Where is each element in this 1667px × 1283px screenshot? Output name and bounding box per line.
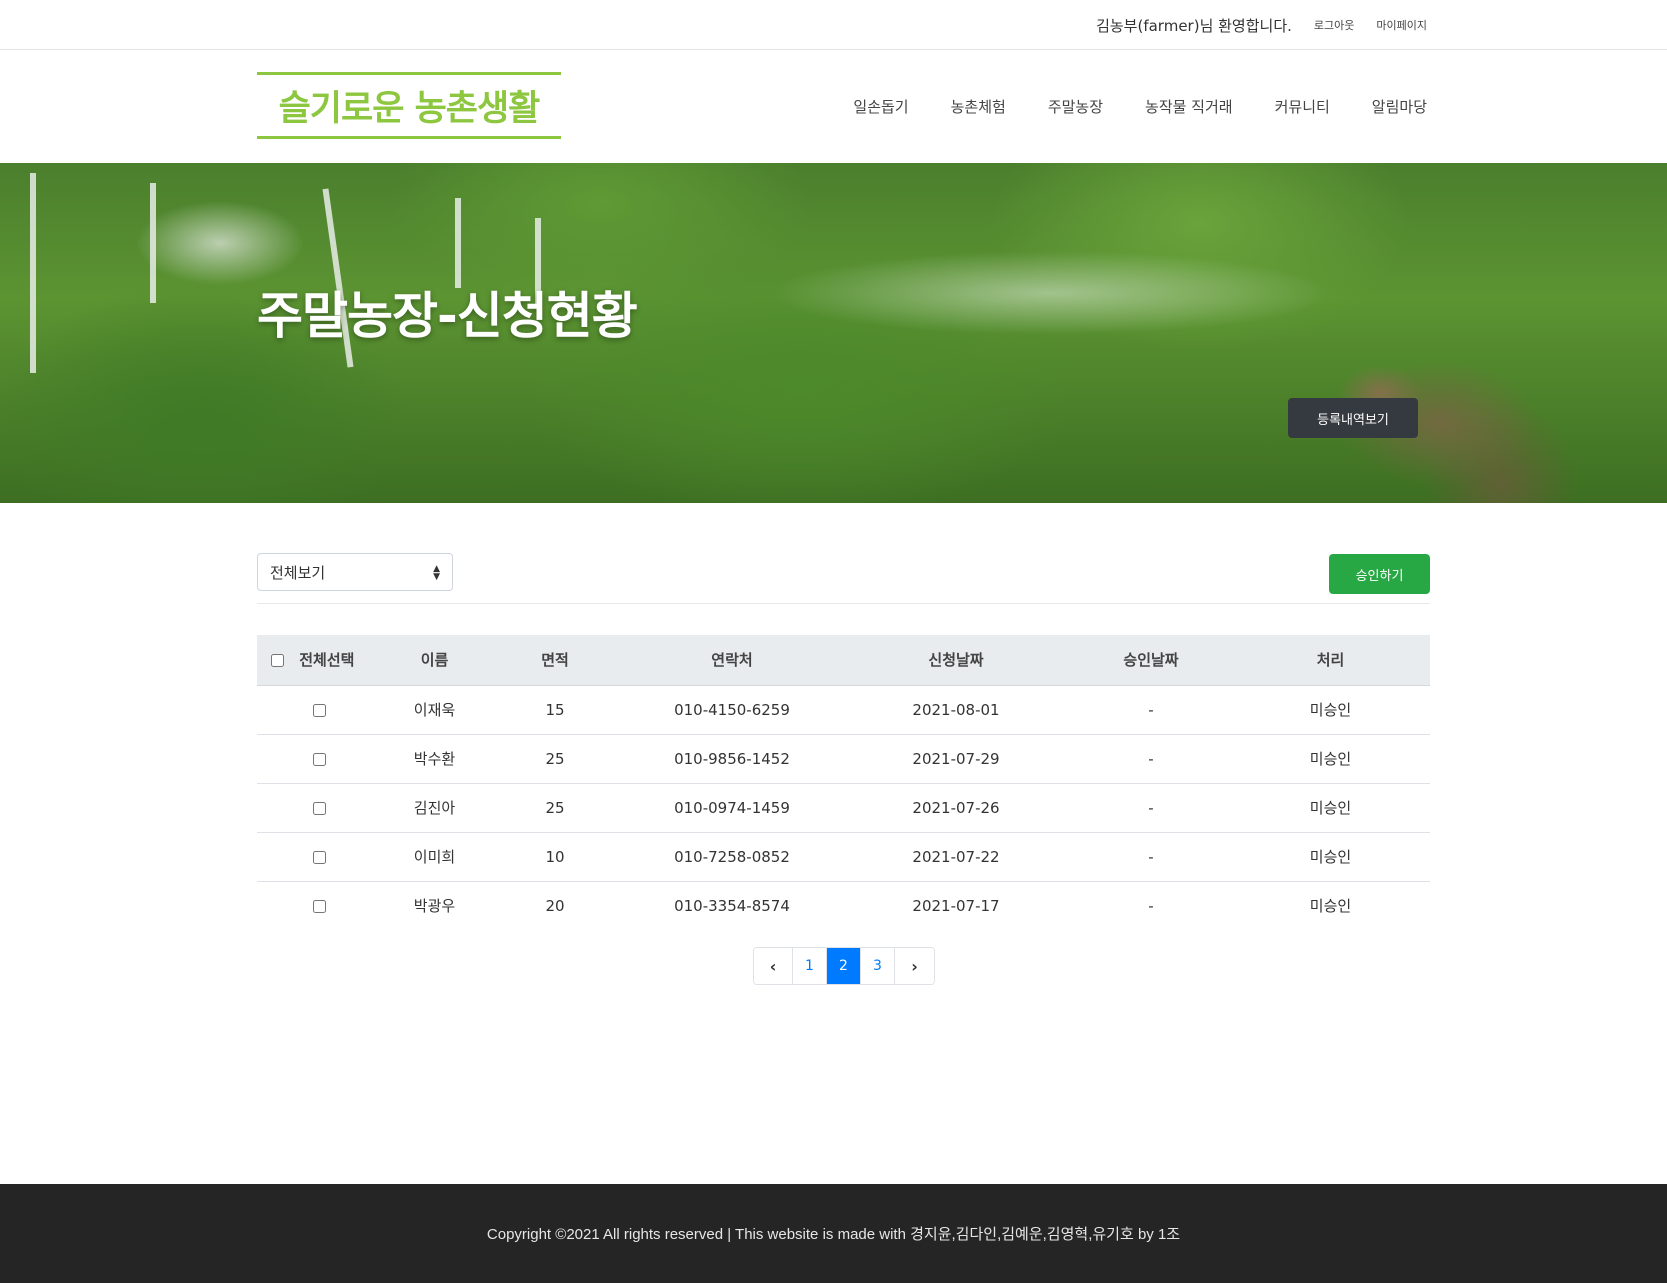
chevron-left-icon: ‹ xyxy=(769,956,777,976)
cell-status: 미승인 xyxy=(1231,783,1430,833)
page-button-2[interactable]: 2 xyxy=(827,948,861,984)
mypage-link[interactable]: 마이페이지 xyxy=(1376,17,1427,33)
header-status: 처리 xyxy=(1231,635,1430,686)
header-phone: 연락처 xyxy=(623,635,841,686)
hero-stake xyxy=(150,183,156,303)
row-checkbox[interactable] xyxy=(313,801,326,815)
applications-table: 전체선택 이름 면적 연락처 신청날짜 승인날짜 처리 이재욱 15 010-4… xyxy=(257,635,1430,930)
pagination: ‹ 1 2 3 › xyxy=(753,947,935,985)
cell-name: 박수환 xyxy=(382,734,487,784)
cell-name: 이재욱 xyxy=(382,685,487,735)
row-checkbox[interactable] xyxy=(313,850,326,864)
table-header-row: 전체선택 이름 면적 연락처 신청날짜 승인날짜 처리 xyxy=(257,635,1430,686)
cell-status: 미승인 xyxy=(1231,734,1430,784)
table-row: 박광우 20 010-3354-8574 2021-07-17 - 미승인 xyxy=(257,881,1430,930)
nav-item-weekend-farm[interactable]: 주말농장 xyxy=(1048,96,1103,117)
cell-area: 20 xyxy=(545,896,565,915)
row-select-cell xyxy=(257,685,382,735)
approve-button[interactable]: 승인하기 xyxy=(1329,554,1430,594)
hero-banner: 주말농장-신청현황 등록내역보기 xyxy=(0,163,1667,503)
nav-item-experience[interactable]: 농촌체험 xyxy=(951,96,1006,117)
cell-approved-date: - xyxy=(1148,896,1154,915)
select-all-label: 전체선택 xyxy=(299,651,355,670)
cell-phone: 010-0974-1459 xyxy=(623,783,841,833)
cell-applied-date: 2021-07-22 xyxy=(841,832,1071,882)
prev-page-button[interactable]: ‹ xyxy=(754,948,793,984)
cell-phone: 010-3354-8574 xyxy=(674,896,790,915)
header-area: 면적 xyxy=(487,635,623,686)
chevron-right-icon: › xyxy=(911,956,918,976)
cell-phone: 010-7258-0852 xyxy=(623,832,841,882)
user-menu: 김농부(farmer)님 환영합니다. 로그아웃 마이페이지 xyxy=(1096,0,1427,50)
cell-area: 15 xyxy=(487,685,623,735)
table-row: 이미희 10 010-7258-0852 2021-07-22 - 미승인 xyxy=(257,832,1430,882)
nav-item-direct-trade[interactable]: 농작물 직거래 xyxy=(1145,96,1233,117)
table-row: 김진아 25 010-0974-1459 2021-07-26 - 미승인 xyxy=(257,783,1430,833)
hero-stake xyxy=(455,198,461,288)
cell-approved-date: - xyxy=(1071,832,1231,882)
cell-area: 25 xyxy=(487,734,623,784)
logout-link[interactable]: 로그아웃 xyxy=(1314,17,1354,33)
main-nav: 일손돕기 농촌체험 주말농장 농작물 직거래 커뮤니티 알림마당 xyxy=(853,50,1427,162)
cell-status: 미승인 xyxy=(1231,832,1430,882)
site-header: 슬기로운 농촌생활 일손돕기 농촌체험 주말농장 농작물 직거래 커뮤니티 알림… xyxy=(0,50,1667,162)
cell-status: 미승인 xyxy=(1309,897,1352,916)
cell-applied-date: 2021-07-17 xyxy=(912,896,1000,915)
row-select-cell xyxy=(257,734,382,784)
row-select-cell xyxy=(257,881,382,930)
logo-text: 슬기로운 농촌생활 xyxy=(278,89,541,129)
row-checkbox[interactable] xyxy=(313,703,326,717)
nav-item-community[interactable]: 커뮤니티 xyxy=(1275,96,1330,117)
select-all-checkbox[interactable] xyxy=(271,654,284,668)
cell-applied-date: 2021-07-29 xyxy=(841,734,1071,784)
select-updown-icon: ▲ ▼ xyxy=(433,564,440,582)
filter-select-value: 전체보기 xyxy=(270,563,326,582)
page-title: 주말농장-신청현황 xyxy=(257,287,638,345)
cell-name: 박광우 xyxy=(413,897,456,916)
welcome-message: 김농부(farmer)님 환영합니다. xyxy=(1096,16,1292,35)
table-row: 이재욱 15 010-4150-6259 2021-08-01 - 미승인 xyxy=(257,685,1430,735)
cell-name: 이미희 xyxy=(382,832,487,882)
top-utility-bar: 김농부(farmer)님 환영합니다. 로그아웃 마이페이지 xyxy=(0,0,1667,50)
page-button-3[interactable]: 3 xyxy=(861,948,895,984)
site-logo[interactable]: 슬기로운 농촌생활 xyxy=(257,72,561,139)
nav-item-notice[interactable]: 알림마당 xyxy=(1372,96,1427,117)
cell-applied-date: 2021-08-01 xyxy=(841,685,1071,735)
view-registrations-button[interactable]: 등록내역보기 xyxy=(1288,398,1418,438)
row-checkbox[interactable] xyxy=(313,899,326,913)
header-name: 이름 xyxy=(382,635,487,686)
header-approved-date: 승인날짜 xyxy=(1071,635,1231,686)
cell-phone: 010-9856-1452 xyxy=(623,734,841,784)
row-checkbox[interactable] xyxy=(313,752,326,766)
filter-select[interactable]: 전체보기 ▲ ▼ xyxy=(257,553,453,591)
cell-approved-date: - xyxy=(1071,783,1231,833)
cell-area: 25 xyxy=(487,783,623,833)
copyright-text: Copyright ©2021 All rights reserved | Th… xyxy=(486,1226,1181,1243)
page-button-1[interactable]: 1 xyxy=(793,948,827,984)
select-all-header: 전체선택 xyxy=(257,635,382,686)
cell-approved-date: - xyxy=(1071,734,1231,784)
cell-status: 미승인 xyxy=(1231,685,1430,735)
cell-applied-date: 2021-07-26 xyxy=(841,783,1071,833)
nav-item-help[interactable]: 일손돕기 xyxy=(853,96,908,117)
cell-area: 10 xyxy=(487,832,623,882)
hero-stake xyxy=(30,173,36,373)
table-row: 박수환 25 010-9856-1452 2021-07-29 - 미승인 xyxy=(257,734,1430,784)
next-page-button[interactable]: › xyxy=(895,948,934,984)
divider xyxy=(257,603,1430,604)
cell-approved-date: - xyxy=(1071,685,1231,735)
row-select-cell xyxy=(257,783,382,833)
site-footer: Copyright ©2021 All rights reserved | Th… xyxy=(0,1184,1667,1283)
row-select-cell xyxy=(257,832,382,882)
cell-phone: 010-4150-6259 xyxy=(623,685,841,735)
header-applied-date: 신청날짜 xyxy=(841,635,1071,686)
cell-name: 김진아 xyxy=(382,783,487,833)
